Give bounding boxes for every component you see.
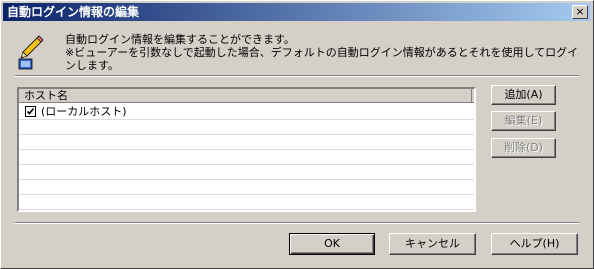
host-name-label: (ローカルホスト): [41, 105, 127, 118]
delete-button[interactable]: 削除(D): [491, 138, 556, 158]
separator-bottom: [15, 222, 579, 224]
host-list[interactable]: ホスト名 (ローカルホスト): [17, 87, 476, 212]
cancel-button[interactable]: キャンセル: [389, 233, 476, 255]
ok-button[interactable]: OK: [289, 233, 375, 255]
dialog-window: 自動ログイン情報の編集 × 自動ログイン情報を編集することができます。 ※ビュー…: [0, 0, 594, 269]
add-button[interactable]: 追加(A): [491, 85, 556, 105]
window-title: 自動ログイン情報の編集: [7, 5, 140, 19]
column-divider: [471, 89, 472, 102]
help-button[interactable]: ヘルプ(H): [491, 233, 578, 255]
title-bar[interactable]: 自動ログイン情報の編集 ×: [3, 3, 591, 21]
host-list-header[interactable]: ホスト名: [19, 89, 474, 103]
edit-button[interactable]: 編集(E): [491, 111, 556, 131]
description-line-2: ※ビューアーを引数なしで起動した場合、デフォルトの自動ログイン情報があるとそれを…: [65, 46, 579, 59]
close-button[interactable]: ×: [572, 5, 588, 19]
description-line-1: 自動ログイン情報を編集することができます。: [65, 33, 295, 46]
list-item[interactable]: (ローカルホスト): [19, 105, 474, 119]
checkmark-icon: [26, 108, 35, 115]
host-list-rows: (ローカルホスト): [19, 105, 474, 210]
pencil-icon: [18, 35, 44, 70]
host-name-column-header[interactable]: ホスト名: [24, 89, 68, 102]
description-line-3: ンします。: [65, 59, 119, 72]
host-checkbox[interactable]: [25, 106, 36, 117]
description-text: 自動ログイン情報を編集することができます。 ※ビューアーを引数なしで起動した場合…: [65, 33, 585, 72]
separator-top: [15, 75, 579, 77]
